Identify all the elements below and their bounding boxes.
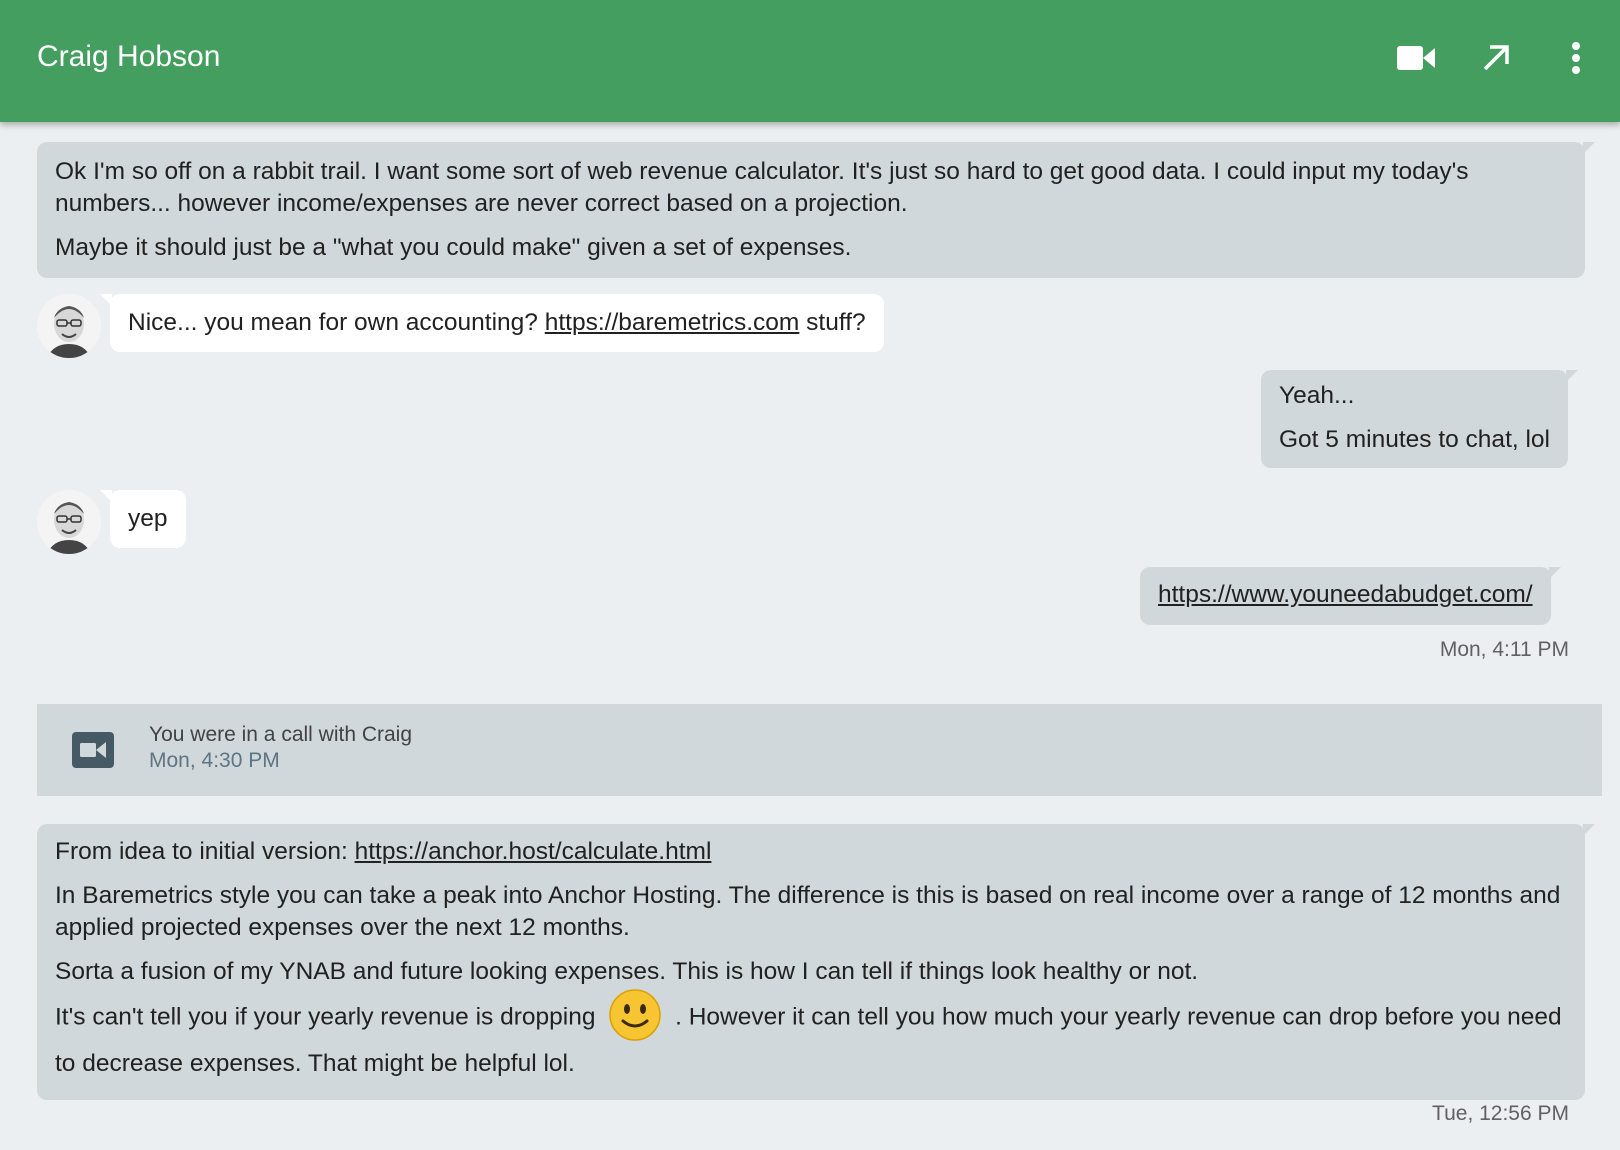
message-link[interactable]: https://anchor.host/calculate.html [355, 838, 712, 865]
avatar-photo [37, 490, 101, 554]
message-link[interactable]: https://www.youneedabudget.com/ [1158, 581, 1533, 608]
message-text: yep [128, 505, 168, 532]
message-text: Sorta a fusion of my YNAB and future loo… [55, 958, 1199, 985]
message-paragraph: From idea to initial version: https://an… [55, 836, 1567, 868]
call-summary-card[interactable]: You were in a call with Craig Mon, 4:30 … [37, 704, 1602, 796]
message-link[interactable]: https://baremetrics.com [545, 309, 800, 336]
message-text: stuff? [799, 309, 866, 336]
smiley-emoji-icon [609, 989, 662, 1041]
video-call-button[interactable] [1395, 36, 1439, 80]
avatar-photo [37, 294, 101, 358]
message-bubble-self: Yeah... Got 5 minutes to chat, lol [1261, 370, 1578, 468]
message-text: Maybe it should just be a "what you coul… [55, 234, 852, 261]
more-options-button[interactable] [1554, 36, 1598, 80]
message-text: Ok I'm so off on a rabbit trail. I want … [55, 158, 1469, 217]
avatar[interactable] [37, 294, 101, 358]
message-text: From idea to initial version: [55, 838, 355, 865]
call-title: You were in a call with Craig [149, 723, 413, 746]
message-timestamp: Tue, 12:56 PM [1432, 1102, 1569, 1125]
video-call-icon [1397, 46, 1435, 70]
message-paragraph: It's can't tell you if your yearly reven… [55, 989, 1567, 1086]
message-list[interactable]: Ok I'm so off on a rabbit trail. I want … [0, 122, 1620, 1150]
message-text: Nice... you mean for own accounting? [128, 309, 545, 336]
open-in-new-window-icon [1483, 45, 1509, 71]
call-time: Mon, 4:30 PM [149, 749, 280, 772]
avatar[interactable] [37, 490, 101, 554]
message-timestamp: Mon, 4:11 PM [1439, 638, 1569, 661]
message-bubble-other: yep [100, 490, 186, 548]
open-in-new-window-button[interactable] [1474, 36, 1518, 80]
message-bubble-self: https://www.youneedabudget.com/ [1140, 567, 1561, 625]
message-bubble-self: Ok I'm so off on a rabbit trail. I want … [37, 142, 1595, 278]
message-text: In Baremetrics style you can take a peak… [55, 882, 1561, 941]
message-bubble-self: From idea to initial version: https://an… [37, 824, 1595, 1100]
message-text: It's can't tell you if your yearly reven… [55, 1003, 603, 1031]
more-options-icon [1572, 42, 1580, 74]
contact-name[interactable]: Craig Hobson [37, 38, 220, 76]
video-call-icon [72, 732, 114, 768]
message-text: Yeah... [1279, 382, 1355, 409]
message-bubble-other: Nice... you mean for own accounting? htt… [100, 294, 884, 352]
message-text: Got 5 minutes to chat, lol [1279, 426, 1550, 453]
chat-header: Craig Hobson [0, 0, 1620, 122]
